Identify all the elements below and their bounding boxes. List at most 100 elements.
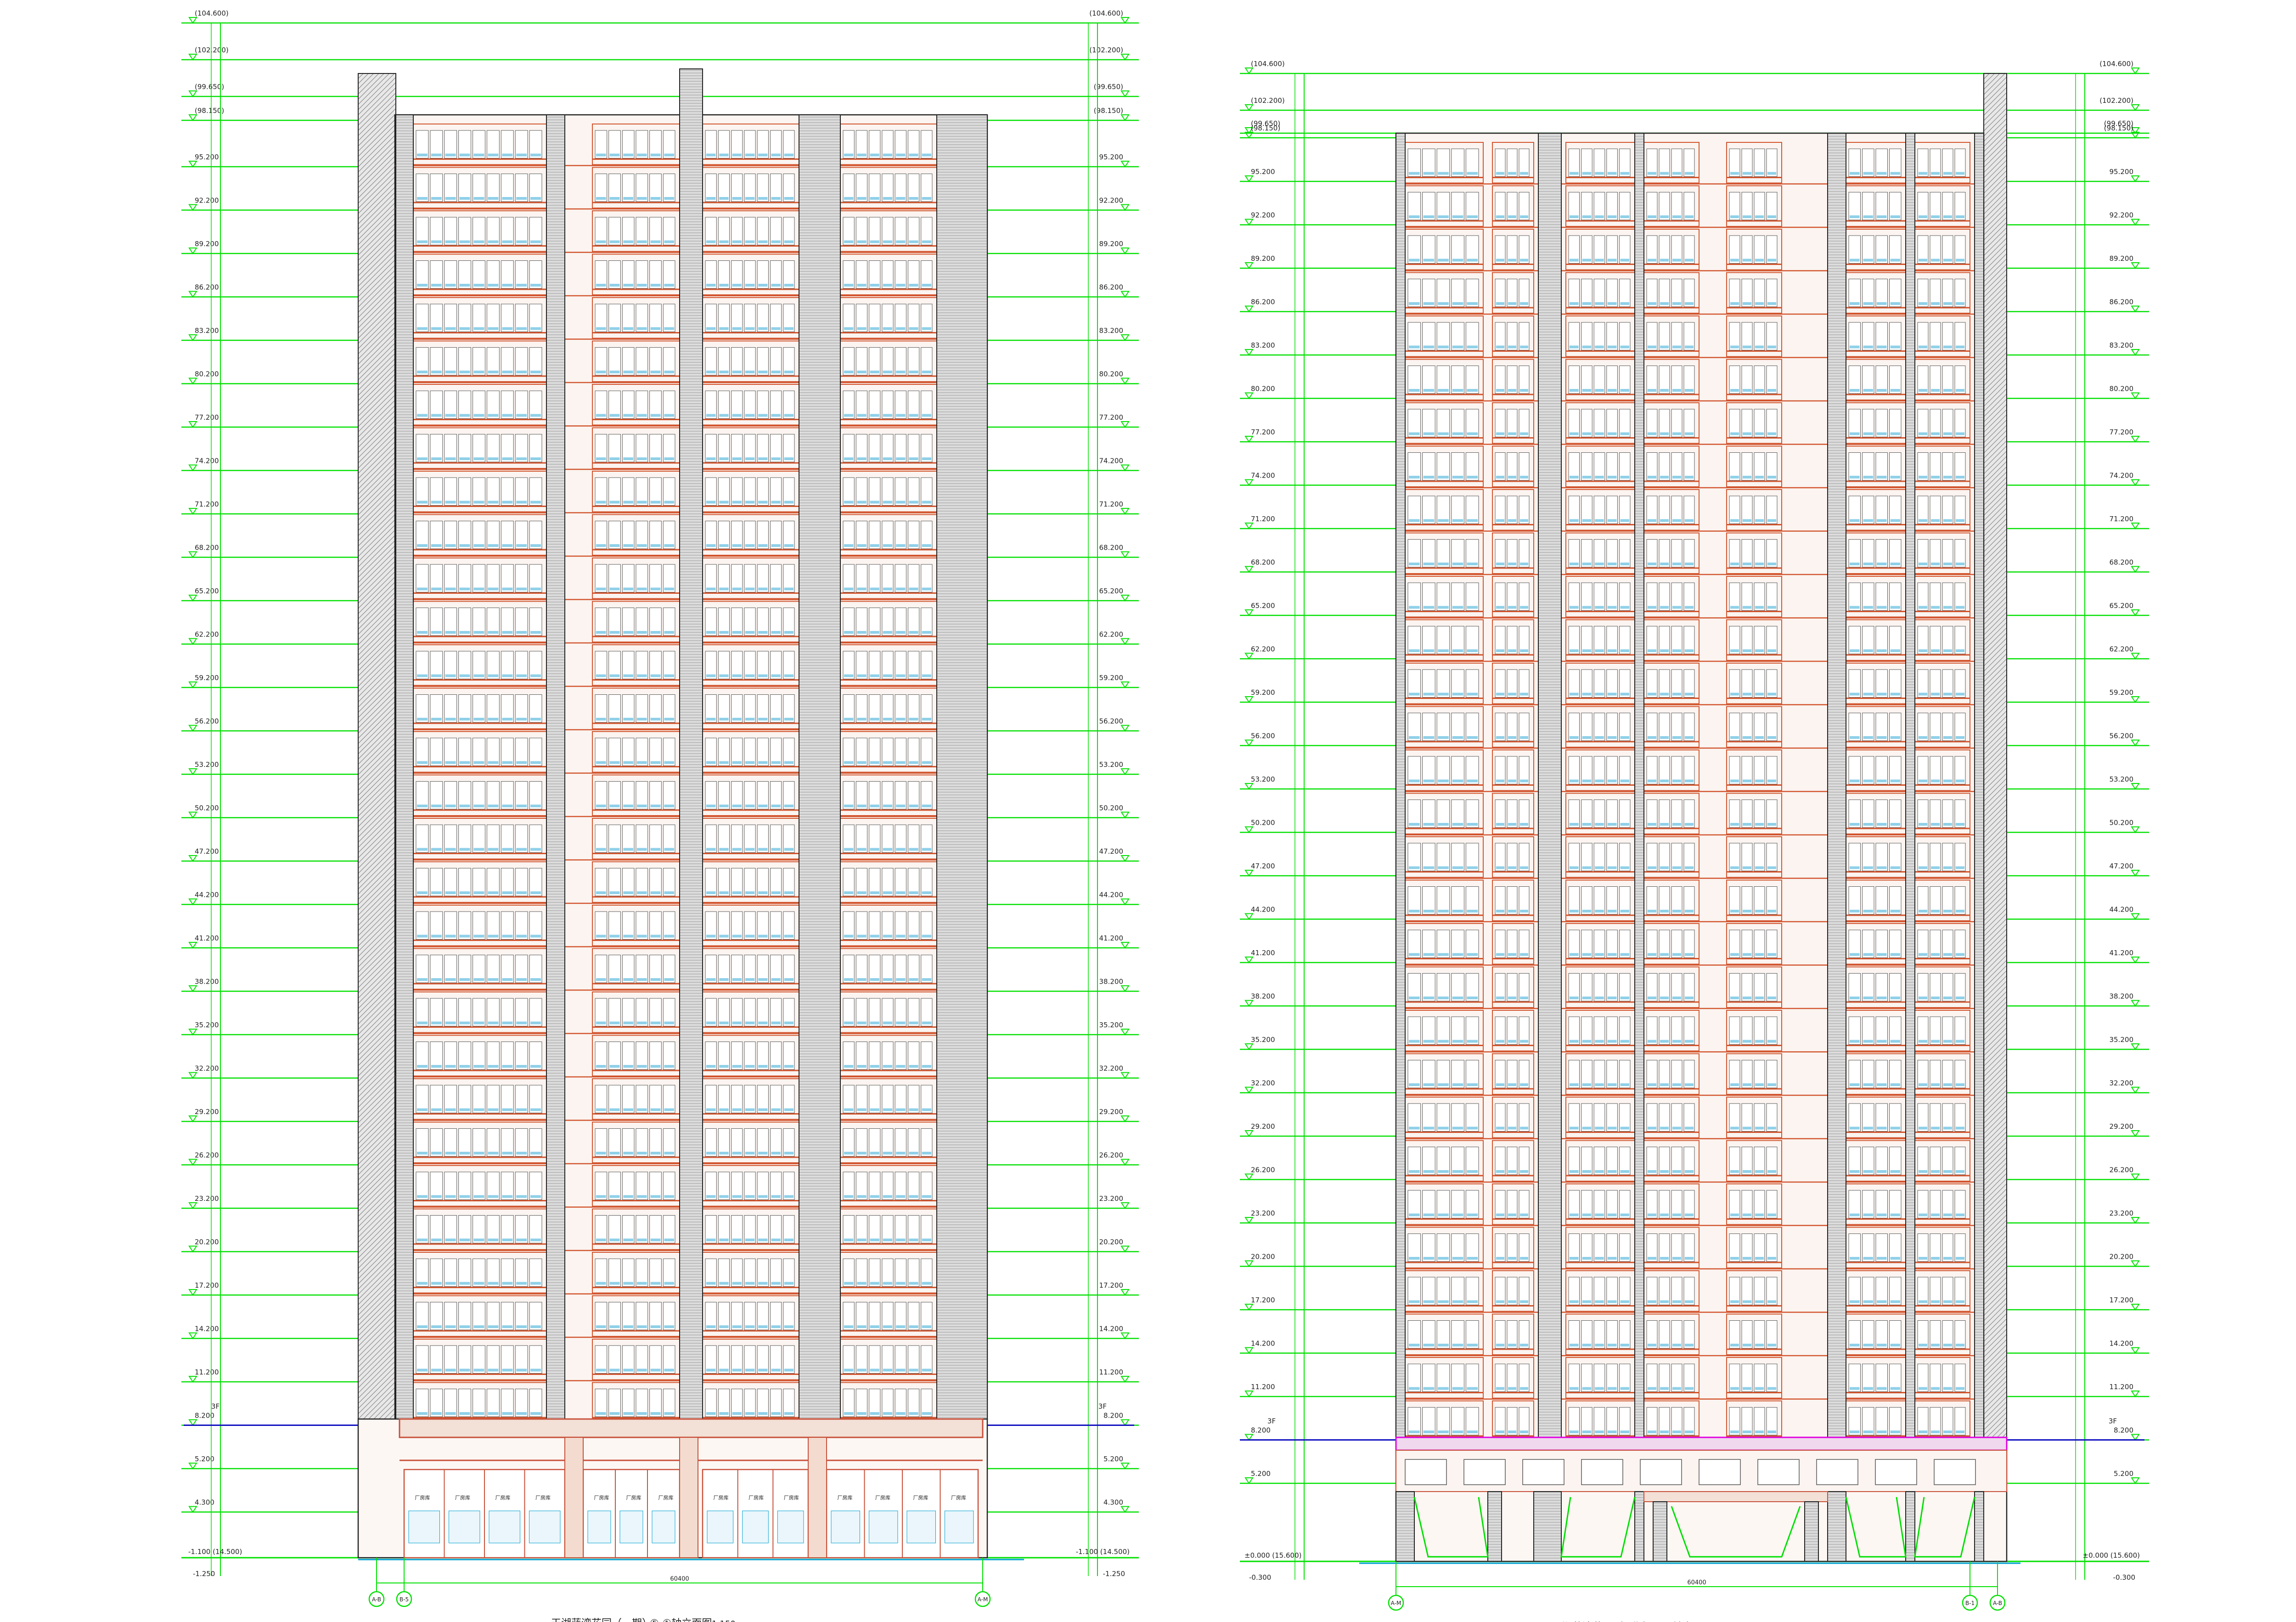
window-glass-strip [1956,736,1964,739]
window-glass-strip [473,501,484,504]
window-glass-strip [706,891,716,894]
window-glass-strip [502,284,513,287]
window-glass-strip [488,457,499,460]
window-glass-strip [445,501,456,504]
window-glass-strip [909,501,918,504]
level-marker-right-triangle [1120,1245,1130,1253]
window-glass-strip [1660,997,1669,999]
window-glass-strip [1438,649,1449,652]
window-glass-strip [623,891,633,894]
window-glass-strip [431,891,442,894]
window-glass-strip [896,1239,906,1241]
window-glass-strip [596,1152,606,1155]
window-glass-strip [650,848,661,851]
window-glass-strip [1956,693,1964,696]
window-glass-strip [745,631,755,634]
window-glass-strip [1956,1431,1964,1433]
window-glass-strip [1850,215,1860,218]
window-glass-strip [1863,1126,1873,1130]
level-marker-right-label: 8.200 [2114,1426,2133,1435]
window-glass-strip [664,848,674,851]
window-glass-strip [1850,693,1860,696]
window-glass-strip [1452,1170,1463,1173]
window-glass-strip [1438,866,1449,869]
window-glass-strip [1931,779,1940,783]
window-glass-strip [1452,1431,1463,1433]
window-glass-strip [883,935,893,938]
level-marker-left-triangle [188,1072,197,1079]
window-glass-strip [1648,1431,1656,1433]
window-glass-strip [1660,1083,1669,1086]
window-glass-strip [1595,910,1604,912]
window-glass-strip [488,284,499,287]
window-glass-strip [1582,259,1592,262]
window-glass-strip [1452,519,1463,522]
window-glass-strip [1660,779,1669,783]
level-marker-right-triangle [2131,219,2140,226]
window-glass-strip [1743,1344,1751,1346]
window-glass-strip [637,978,647,981]
level-marker-left-triangle [1244,1130,1254,1137]
window-glass-strip [1648,302,1656,305]
window-glass-strip [516,891,527,894]
window-glass-strip [1850,1431,1860,1433]
window-glass-strip [1607,1170,1617,1173]
window-glass-strip [1452,1126,1463,1130]
window-glass-strip [637,848,647,851]
window-glass-strip [1467,259,1478,262]
window-glass-strip [1423,172,1435,175]
window-glass-strip [719,1108,729,1111]
window-glass-strip [431,1108,442,1111]
window-glass-strip [417,848,428,851]
window-glass-strip [896,587,906,591]
window-glass-strip [1931,345,1940,349]
window-glass-strip [857,371,867,373]
window-glass-strip [1423,389,1435,392]
window-glass-strip [664,935,674,938]
window-glass-strip [758,371,768,373]
pilaster [799,114,841,1419]
window-glass-strip [844,544,854,547]
window-glass-strip [1582,1431,1592,1433]
window-glass-strip [459,153,470,157]
window-glass-strip [857,1412,867,1415]
shop-label: 厂房库 [658,1495,674,1501]
window-glass-strip [1508,823,1516,826]
window-glass-strip [445,414,456,417]
window-glass-strip [623,240,633,243]
window-glass-strip [623,414,633,417]
window-glass-strip [1409,389,1420,392]
window-glass-strip [1730,519,1739,522]
window-glass-strip [1672,823,1681,826]
level-marker-left-triangle [1244,957,1254,963]
window-glass-strip [623,1195,633,1198]
window-glass-strip [1685,1387,1694,1390]
window-glass-strip [922,1195,931,1198]
window-glass-strip [473,284,484,287]
window-glass-strip [1919,1431,1927,1433]
level-marker-right-label: 80.200 [1099,370,1124,378]
window-glass-strip [1520,866,1528,869]
window-glass-strip [1755,1213,1764,1216]
window-glass-strip [1508,1126,1516,1130]
window-glass-strip [1648,345,1656,349]
window-glass-strip [1890,953,1900,956]
window-glass-strip [664,1282,674,1285]
window-glass-strip [1767,215,1776,218]
window-glass-strip [1508,1300,1516,1303]
window-glass-strip [473,1282,484,1285]
window-glass-strip [488,501,499,504]
window-glass-strip [488,805,499,807]
window-glass-strip [516,501,527,504]
window-glass-strip [596,761,606,764]
window-glass-strip [1620,519,1629,522]
window-glass-strip [1595,736,1604,739]
window-glass-strip [1607,302,1617,305]
window-glass-strip [502,371,513,373]
window-glass-strip [1582,649,1592,652]
window-glass-strip [1956,779,1964,783]
window-glass-strip [732,805,742,807]
window-glass-strip [530,371,541,373]
window-glass-strip [1931,1344,1940,1346]
window-glass-strip [1863,866,1873,869]
